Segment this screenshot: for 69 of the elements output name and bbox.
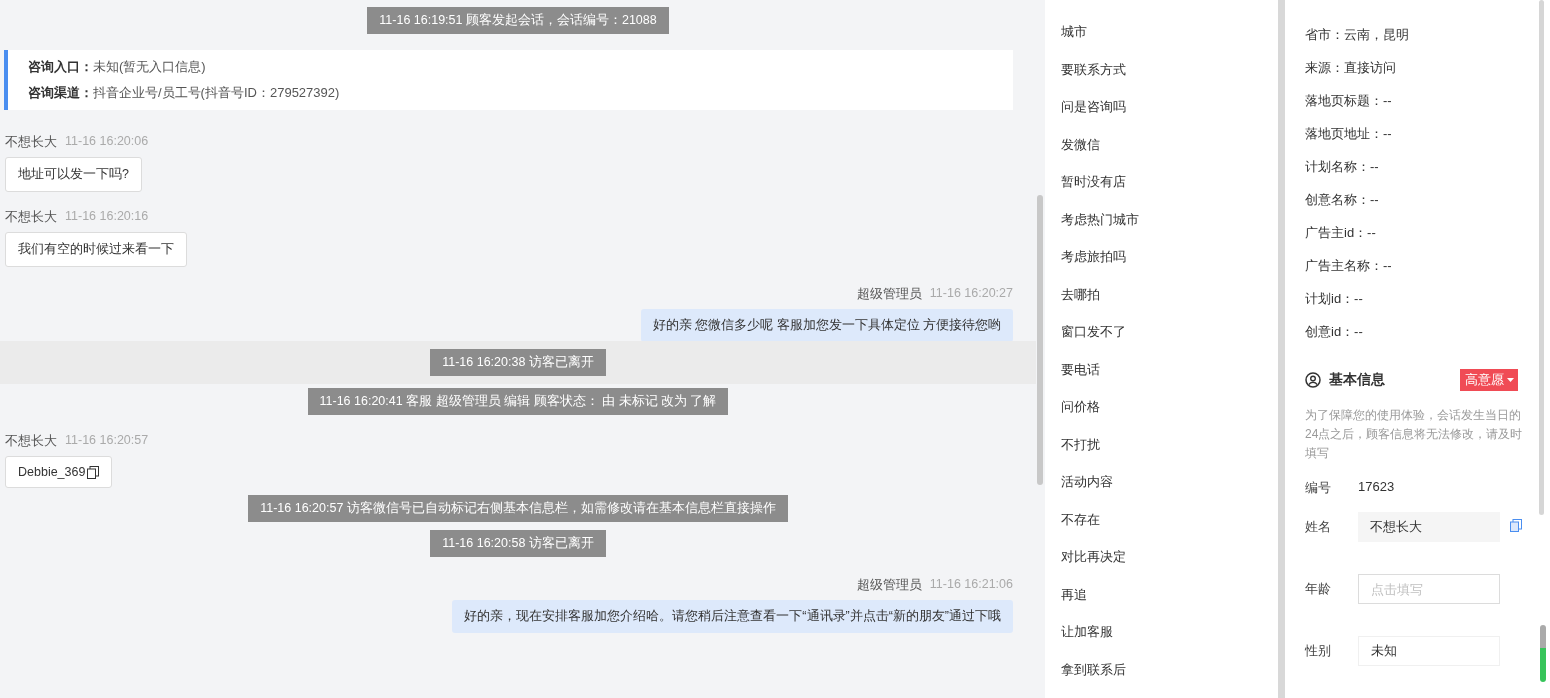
- copy-icon[interactable]: [87, 465, 100, 479]
- visitor-info-item: 广告主名称：--: [1305, 258, 1392, 273]
- system-notice: 11-16 16:19:51 顾客发起会话，会话编号：21088: [367, 7, 669, 34]
- quick-reply-item[interactable]: 要联系方式: [1061, 60, 1278, 98]
- system-notice: 11-16 16:20:57 访客微信号已自动标记右侧基本信息栏，如需修改请在基本信息栏直接操作: [248, 495, 788, 522]
- customer-message: Debbie_369: [5, 456, 113, 488]
- caret-icon: [1507, 378, 1514, 382]
- quick-reply-item[interactable]: 暂时没有店: [1061, 173, 1278, 211]
- system-notice: 11-16 16:20:41 客服 超级管理员 编辑 顾客状态： 由 未标记 改为 了解: [307, 388, 729, 415]
- quick-reply-item[interactable]: 要电话: [1061, 360, 1278, 398]
- sender-name: 不想长大: [5, 433, 57, 450]
- info-value: 抖音企业号/员工号(抖音号ID：279527392): [93, 85, 340, 100]
- visitor-info-item: 创意id：--: [1305, 324, 1363, 339]
- scrollbar-thumb[interactable]: [1037, 195, 1043, 485]
- message-time: 11-16 16:20:06: [65, 134, 149, 150]
- visitor-info-item: 省市：云南，昆明: [1305, 27, 1409, 42]
- quick-reply-item[interactable]: 城市: [1061, 23, 1278, 61]
- section-title: 基本信息: [1329, 371, 1385, 389]
- field-label: 年龄: [1305, 580, 1332, 598]
- message-time: 11-16 16:21:06: [929, 577, 1013, 593]
- name-field[interactable]: 不想长大: [1358, 512, 1500, 542]
- visitor-info-item: 落地页地址：--: [1305, 126, 1392, 141]
- user-icon: [1305, 372, 1321, 388]
- scrollbar-thumb[interactable]: [1539, 0, 1544, 515]
- input-field[interactable]: 点击填写: [1358, 574, 1500, 604]
- quick-reply-item[interactable]: 去哪拍: [1061, 285, 1278, 323]
- quick-reply-item[interactable]: 让加客服: [1061, 623, 1278, 661]
- info-label: 咨询渠道：: [28, 85, 93, 100]
- sender-name: 超级管理员: [856, 286, 922, 303]
- quick-reply-item[interactable]: 考虑热门城市: [1061, 210, 1278, 248]
- quick-reply-item[interactable]: 发微信: [1061, 135, 1278, 173]
- agent-message: 好的亲，现在安排客服加您介绍哈。请您稍后注意查看一下“通讯录”并点击“新的朋友”通过下哦: [452, 600, 1013, 633]
- quick-reply-item[interactable]: 再追: [1061, 585, 1278, 623]
- quick-reply-item[interactable]: 考虑旅拍吗: [1061, 248, 1278, 286]
- system-notice: 11-16 16:20:58 访客已离开: [430, 530, 606, 557]
- quick-reply-item[interactable]: 对比再决定: [1061, 548, 1278, 586]
- info-label: 咨询入口：: [28, 59, 93, 74]
- field-label: 性别: [1305, 642, 1332, 660]
- quick-reply-item[interactable]: 不存在: [1061, 510, 1278, 548]
- intent-tag-dropdown[interactable]: 高意愿: [1460, 369, 1518, 391]
- quick-reply-item[interactable]: 不打扰: [1061, 435, 1278, 473]
- message-time: 11-16 16:20:16: [65, 209, 149, 225]
- sender-name: 不想长大: [5, 209, 57, 226]
- customer-message: 我们有空的时候过来看一下: [5, 232, 187, 267]
- quick-reply-item[interactable]: 拿到联系后: [1061, 660, 1278, 698]
- visitor-info-item: 广告主id：--: [1305, 225, 1376, 240]
- message-time: 11-16 16:20:27: [929, 286, 1013, 302]
- customer-message: 地址可以发一下吗?: [5, 157, 142, 192]
- visitor-info-item: 落地页标题：--: [1305, 93, 1392, 108]
- select-field[interactable]: 未知: [1358, 636, 1500, 666]
- field-label: 姓名: [1305, 518, 1332, 536]
- visitor-info-item: 来源：直接访问: [1305, 60, 1396, 75]
- sender-name: 不想长大: [5, 134, 57, 151]
- field-label: 编号: [1305, 479, 1332, 497]
- system-notice: 11-16 16:20:38 访客已离开: [430, 349, 606, 376]
- message-time: 11-16 16:20:57: [65, 433, 149, 449]
- quick-reply-item[interactable]: 活动内容: [1061, 473, 1278, 511]
- agent-message: 好的亲 您微信多少呢 客服加您发一下具体定位 方便接待您哟: [640, 309, 1013, 342]
- quick-reply-item[interactable]: 问价格: [1061, 398, 1278, 436]
- visitor-info-item: 创意名称：--: [1305, 192, 1379, 207]
- notice-text: 为了保障您的使用体验，会话发生当日的24点之后，顾客信息将无法修改，请及时填写: [1305, 407, 1524, 462]
- visitor-info-item: 计划id：--: [1305, 291, 1363, 306]
- scroll-indicator: [1540, 625, 1546, 682]
- quick-reply-item[interactable]: 问是咨询吗: [1061, 98, 1278, 136]
- visitor-info-item: 计划名称：--: [1305, 159, 1379, 174]
- quick-reply-item[interactable]: 窗口发不了: [1061, 323, 1278, 361]
- sender-name: 超级管理员: [856, 577, 922, 594]
- id-value: 17623: [1358, 479, 1395, 496]
- info-value: 未知(暂无入口信息): [93, 59, 206, 74]
